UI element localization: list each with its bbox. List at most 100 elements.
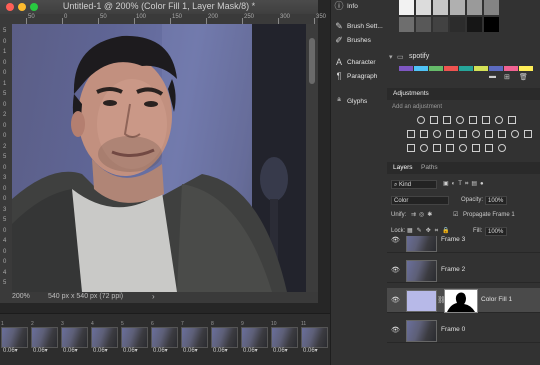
new-swatch-icon[interactable]: ⊞ [504, 73, 510, 81]
layer-name[interactable]: Frame 0 [441, 326, 465, 333]
adjustment-icon[interactable] [495, 116, 503, 124]
frame-delay[interactable]: 0.06▾ [63, 347, 78, 354]
color-swatch[interactable] [433, 0, 448, 15]
adjustment-icon[interactable] [508, 116, 516, 124]
adjustment-icon[interactable] [433, 130, 441, 138]
adjustment-icon[interactable] [459, 144, 467, 152]
layer-mask-thumbnail[interactable] [444, 289, 478, 313]
adjustment-icon[interactable] [446, 144, 454, 152]
frame-delay[interactable]: 0.06▾ [123, 347, 138, 354]
color-swatch[interactable] [414, 66, 428, 71]
timeline-frame[interactable]: 10 0.06▾ [270, 321, 298, 355]
visibility-eye-icon[interactable]: 👁 [391, 266, 400, 274]
frame-thumbnail[interactable] [31, 327, 58, 348]
color-swatch[interactable] [484, 0, 499, 15]
new-group-icon[interactable]: ▬ [489, 73, 496, 80]
color-swatch[interactable] [450, 0, 465, 15]
dock-item-info[interactable]: ⓘ Info [331, 0, 387, 14]
adjustment-icon[interactable] [485, 144, 493, 152]
color-swatch[interactable] [504, 66, 518, 71]
color-swatch[interactable] [519, 66, 533, 71]
adjustment-icon[interactable] [472, 130, 480, 138]
swatch-folder-name[interactable]: spotify [409, 53, 429, 60]
frame-thumbnail[interactable] [121, 327, 148, 348]
blend-mode-select[interactable]: Color [391, 196, 449, 205]
filter-icons[interactable]: ▣◐T⌗▤● [443, 180, 487, 188]
timeline-frame[interactable]: 5 0.06▾ [120, 321, 148, 355]
frame-delay[interactable]: 0.06▾ [213, 347, 228, 354]
color-swatch[interactable] [459, 66, 473, 71]
layer-name[interactable]: Frame 3 [441, 236, 465, 243]
color-swatch[interactable] [467, 0, 482, 15]
frame-thumbnail[interactable] [301, 327, 328, 348]
image-canvas[interactable] [12, 24, 306, 292]
layer-name[interactable]: Color Fill 1 [481, 296, 512, 303]
timeline-frame[interactable]: 7 0.06▾ [180, 321, 208, 355]
adjustments-tab[interactable]: Adjustments [393, 90, 429, 97]
ruler-origin[interactable] [0, 14, 12, 24]
color-swatch[interactable] [429, 66, 443, 71]
color-swatch[interactable] [450, 17, 465, 32]
timeline-frame[interactable]: 6 0.06▾ [150, 321, 178, 355]
color-swatch[interactable] [444, 66, 458, 71]
frame-delay[interactable]: 0.06▾ [93, 347, 108, 354]
frame-thumbnail[interactable] [91, 327, 118, 348]
frame-delay[interactable]: 0.06▾ [183, 347, 198, 354]
timeline-frame[interactable]: 2 0.06▾ [30, 321, 58, 355]
timeline-frame[interactable]: 1 0.06▾ [0, 321, 28, 355]
adjustment-icon[interactable] [498, 144, 506, 152]
dock-item-brush-sett[interactable]: ✎ Brush Sett... [331, 20, 387, 34]
dock-item-glyphs[interactable]: ª Glyphs [331, 95, 387, 109]
frame-delay[interactable]: 0.06▾ [33, 347, 48, 354]
color-swatch[interactable] [467, 17, 482, 32]
adjustment-icon[interactable] [407, 144, 415, 152]
chevron-down-icon[interactable]: ▾ [389, 53, 393, 61]
adjustment-icon[interactable] [443, 116, 451, 124]
layer-row[interactable]: 👁 ⛓ Color Fill 1 [387, 288, 540, 313]
adjustment-icon[interactable] [420, 144, 428, 152]
layer-thumbnail[interactable] [406, 236, 437, 252]
layer-filter-kind[interactable]: ⌕ Kind [391, 180, 437, 189]
color-swatch[interactable] [489, 66, 503, 71]
frame-thumbnail[interactable] [211, 327, 238, 348]
scroll-thumb[interactable] [309, 38, 315, 84]
dock-item-brushes[interactable]: ✐ Brushes [331, 34, 387, 48]
color-swatch[interactable] [416, 0, 431, 15]
frame-delay[interactable]: 0.06▾ [3, 347, 18, 354]
vertical-scrollbar[interactable] [306, 24, 318, 292]
frame-delay[interactable]: 0.06▾ [153, 347, 168, 354]
adjustment-icon[interactable] [459, 130, 467, 138]
layer-row[interactable]: 👁 Frame 2 [387, 258, 540, 283]
frame-thumbnail[interactable] [271, 327, 298, 348]
adjustment-icon[interactable] [469, 116, 477, 124]
layer-row[interactable]: 👁 Frame 0 [387, 318, 540, 343]
adjustment-icon[interactable] [498, 130, 506, 138]
adjustment-icon[interactable] [485, 130, 493, 138]
color-swatch[interactable] [416, 17, 431, 32]
visibility-eye-icon[interactable]: 👁 [391, 326, 400, 334]
color-swatch[interactable] [474, 66, 488, 71]
adjustment-icon[interactable] [456, 116, 464, 124]
opacity-field[interactable]: 100% [485, 196, 507, 205]
dock-item-character[interactable]: A Character [331, 56, 387, 70]
frame-thumbnail[interactable] [61, 327, 88, 348]
fill-field[interactable]: 100% [485, 227, 507, 236]
color-swatch[interactable] [484, 17, 499, 32]
tab-paths[interactable]: Paths [421, 164, 438, 171]
visibility-eye-icon[interactable]: 👁 [391, 236, 400, 244]
frame-thumbnail[interactable] [1, 327, 28, 348]
lock-icons[interactable]: ▦✎✥⌗🔒 [407, 227, 454, 235]
layer-thumbnail[interactable] [406, 260, 437, 282]
timeline-frame[interactable]: 11 0.06▾ [300, 321, 328, 355]
layer-thumbnail[interactable] [406, 320, 437, 342]
adjustment-icon[interactable] [472, 144, 480, 152]
tab-layers[interactable]: Layers [393, 164, 413, 171]
layer-row[interactable]: 👁 Frame 3 [387, 236, 540, 253]
timeline-frame[interactable]: 4 0.06▾ [90, 321, 118, 355]
frame-thumbnail[interactable] [181, 327, 208, 348]
color-swatch[interactable] [399, 17, 414, 32]
visibility-eye-icon[interactable]: 👁 [391, 296, 400, 304]
timeline-frame[interactable]: 3 0.06▾ [60, 321, 88, 355]
frame-delay[interactable]: 0.06▾ [273, 347, 288, 354]
frame-delay[interactable]: 0.06▾ [243, 347, 258, 354]
